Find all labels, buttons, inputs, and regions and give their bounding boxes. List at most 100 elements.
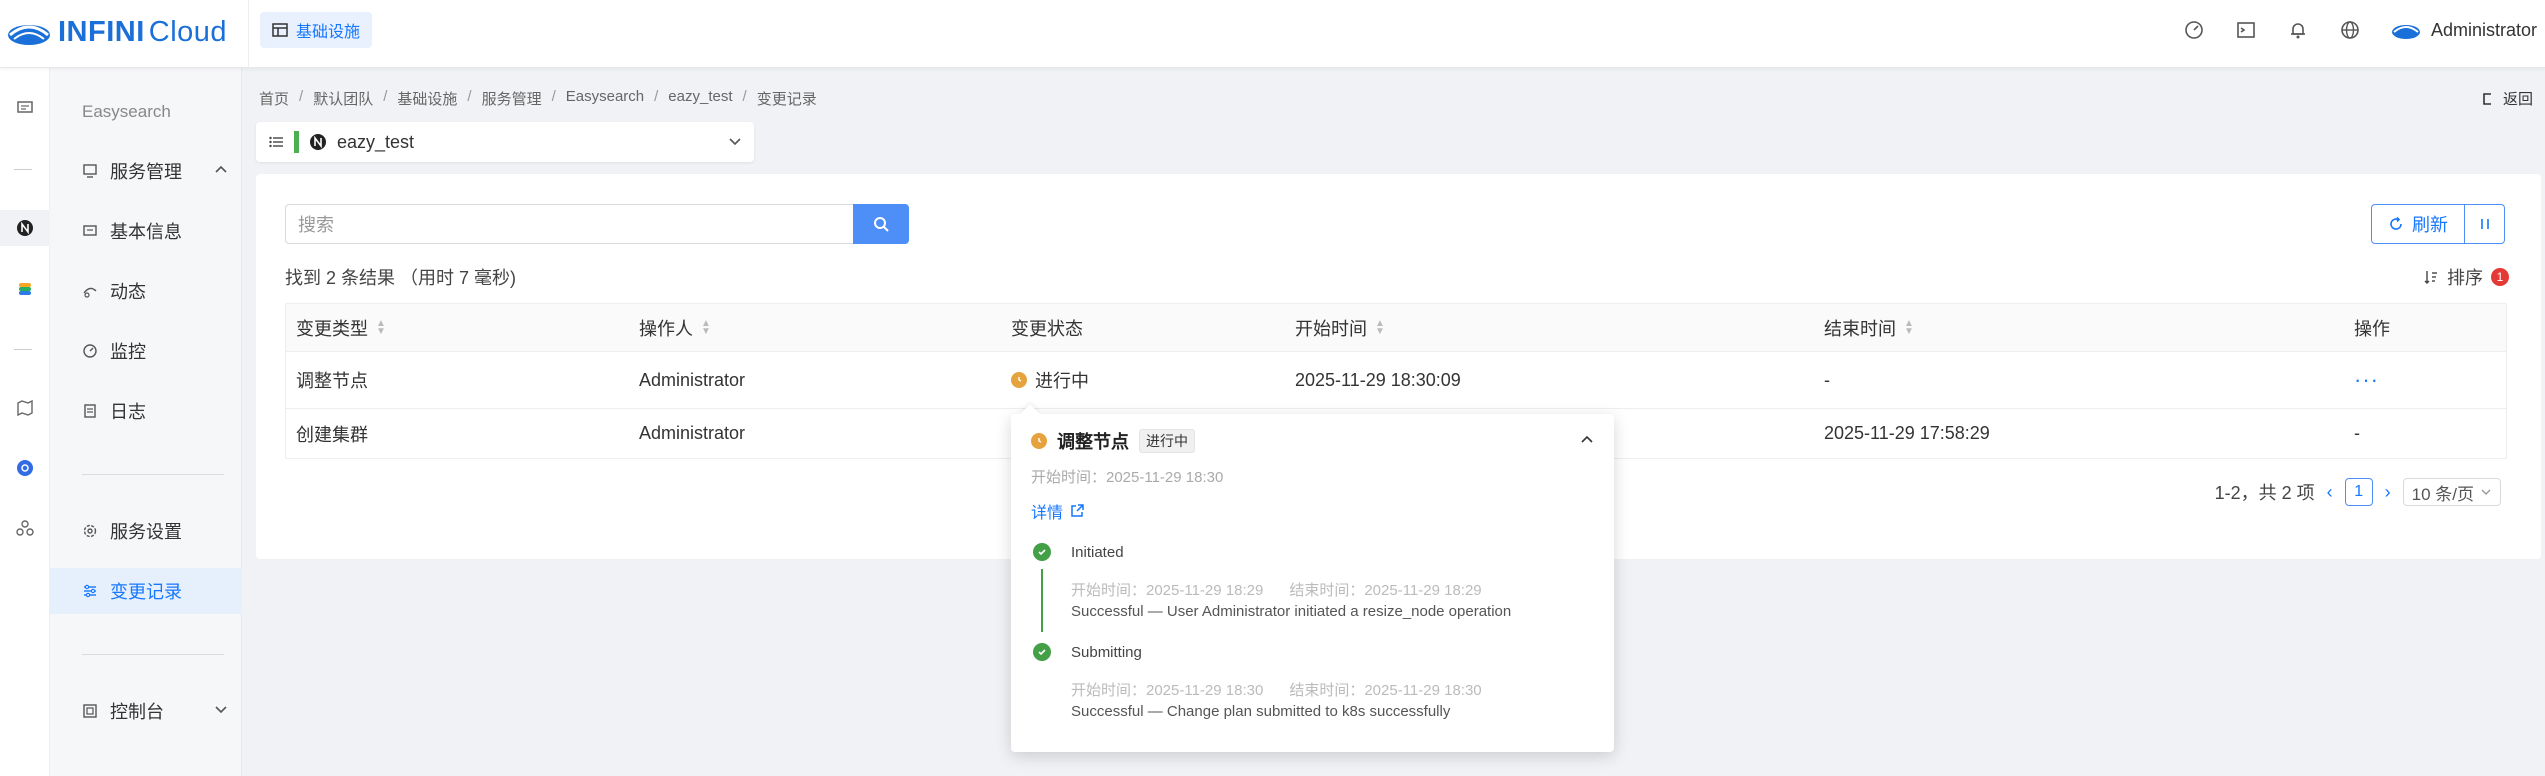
user-menu[interactable]: Administrator bbox=[2391, 20, 2537, 41]
page-number[interactable]: 1 bbox=[2344, 478, 2373, 506]
table-header-row: 变更类型 ▲ ▼ 操作人 ▲ ▼ 变更状态 开始时间 ▲ ▼ 结束时间 ▲ ▼ 操作 bbox=[286, 304, 2506, 352]
breadcrumb-service-management[interactable]: 服务管理 bbox=[482, 88, 542, 109]
search-input[interactable]: 搜索 bbox=[285, 204, 855, 244]
column-header-operator[interactable]: 操作人 ▲ ▼ bbox=[639, 304, 711, 351]
rail-notes-icon[interactable] bbox=[0, 90, 50, 126]
changelog-icon bbox=[82, 583, 98, 599]
step-start: 开始时间：2025-11-29 18:30 bbox=[1071, 682, 1264, 699]
terminal-icon[interactable] bbox=[2235, 19, 2257, 41]
chevron-down-icon bbox=[728, 134, 742, 148]
detail-label: 详情 bbox=[1031, 505, 1064, 522]
sort-icon bbox=[2423, 269, 2439, 285]
external-link-icon bbox=[1069, 503, 1085, 519]
brand-logo[interactable]: INFINI Cloud bbox=[6, 12, 246, 52]
step-message: Successful — Change plan submitted to k8… bbox=[1071, 703, 1451, 720]
sidebar-item-basic-info[interactable]: 基本信息 bbox=[50, 208, 242, 254]
rail-stack-icon[interactable] bbox=[0, 271, 50, 307]
page-size-select[interactable]: 10 条/页 bbox=[2402, 478, 2501, 506]
sidebar-item-logs[interactable]: 日志 bbox=[50, 388, 242, 434]
sort-arrows-icon: ▲ ▼ bbox=[376, 317, 386, 337]
popover-header: 调整节点 进行中 bbox=[1031, 428, 1195, 454]
rail-divider bbox=[14, 169, 32, 170]
sidebar-item-activity[interactable]: 动态 bbox=[50, 268, 242, 314]
brand-name-bold: INFINI bbox=[58, 15, 145, 48]
dashboard-icon[interactable] bbox=[2183, 19, 2205, 41]
easysearch-icon bbox=[309, 133, 327, 151]
pause-button[interactable] bbox=[2465, 204, 2505, 244]
rail-map-icon[interactable] bbox=[0, 390, 50, 426]
page-size-value: 10 条/页 bbox=[2411, 484, 2474, 504]
sidebar-item-service-management[interactable]: 服务管理 bbox=[50, 148, 242, 194]
sidebar-item-service-settings[interactable]: 服务设置 bbox=[50, 508, 242, 554]
info-icon bbox=[82, 223, 98, 239]
sidebar-item-monitor[interactable]: 监控 bbox=[50, 328, 242, 374]
bell-icon[interactable] bbox=[2287, 19, 2309, 41]
step-times: 开始时间：2025-11-29 18:30 结束时间：2025-11-29 18… bbox=[1071, 679, 1482, 700]
column-header-type[interactable]: 变更类型 ▲ ▼ bbox=[296, 304, 386, 351]
table-row[interactable]: 调整节点 Administrator 进行中 2025-11-29 18:30:… bbox=[286, 352, 2506, 409]
sort-label: 排序 bbox=[2447, 268, 2483, 288]
search-button[interactable] bbox=[853, 204, 909, 244]
column-header-start-time[interactable]: 开始时间 ▲ ▼ bbox=[1295, 304, 1385, 351]
next-page-icon[interactable]: › bbox=[2385, 482, 2391, 503]
more-actions-button[interactable]: ··· bbox=[2354, 352, 2379, 408]
result-count: 找到 2 条结果 （用时 7 毫秒) bbox=[285, 268, 517, 288]
pagination-summary: 1-2，共 2 项 bbox=[2214, 483, 2315, 503]
check-icon bbox=[1033, 543, 1051, 561]
cell-start-time: 2025-11-29 18:30:09 bbox=[1295, 369, 1461, 390]
cell-action: - bbox=[2354, 423, 2360, 443]
infrastructure-tab-label: 基础设施 bbox=[296, 24, 361, 41]
infrastructure-tab[interactable]: 基础设施 bbox=[260, 12, 373, 48]
rail-easysearch-icon[interactable] bbox=[0, 210, 50, 246]
breadcrumb-easysearch[interactable]: Easysearch bbox=[566, 88, 644, 109]
sidebar-item-label: 基本信息 bbox=[110, 222, 182, 242]
column-header-actions: 操作 bbox=[2354, 318, 2390, 339]
rail-kubernetes-icon[interactable] bbox=[0, 450, 50, 486]
back-button[interactable]: 返回 bbox=[2481, 88, 2533, 109]
sidebar-item-change-log[interactable]: 变更记录 bbox=[50, 568, 242, 614]
breadcrumb-team[interactable]: 默认团队 bbox=[313, 88, 373, 109]
sort-control[interactable]: 排序 1 bbox=[2423, 264, 2509, 290]
table-icon bbox=[272, 22, 288, 38]
step-message: Successful — User Administrator initiate… bbox=[1071, 603, 1512, 620]
column-header-status: 变更状态 bbox=[1011, 318, 1083, 339]
chevron-up-icon[interactable] bbox=[1580, 432, 1594, 446]
check-icon bbox=[1033, 643, 1051, 661]
sidebar: Easysearch 服务管理 基本信息 动态 监控 日志 服务设置 变更记录 … bbox=[50, 68, 242, 776]
refresh-button[interactable]: 刷新 bbox=[2371, 204, 2465, 244]
rail-cluster-icon[interactable] bbox=[0, 510, 50, 546]
cell-end-time: 2025-11-29 17:58:29 bbox=[1824, 423, 1990, 443]
chevron-down-icon bbox=[214, 702, 228, 716]
prev-page-icon[interactable]: ‹ bbox=[2327, 482, 2333, 503]
refresh-group: 刷新 bbox=[2371, 204, 2505, 244]
column-header-end-time[interactable]: 结束时间 ▲ ▼ bbox=[1824, 304, 1914, 351]
header-actions: Administrator bbox=[2183, 0, 2537, 60]
breadcrumb-cluster[interactable]: eazy_test bbox=[668, 88, 732, 109]
back-label: 返回 bbox=[2502, 91, 2533, 108]
status-popover: 调整节点 进行中 开始时间：2025-11-29 18:30 详情 Initia… bbox=[1011, 404, 1614, 752]
chevron-down-icon bbox=[2480, 486, 2492, 498]
sort-arrows-icon: ▲ ▼ bbox=[1375, 317, 1385, 337]
cell-end-time: - bbox=[1824, 369, 1830, 390]
breadcrumb-home[interactable]: 首页 bbox=[259, 88, 289, 109]
detail-link[interactable]: 详情 bbox=[1031, 499, 1085, 523]
gear-icon bbox=[82, 523, 98, 539]
breadcrumb-infrastructure[interactable]: 基础设施 bbox=[397, 88, 457, 109]
pause-icon bbox=[2479, 217, 2491, 231]
sidebar-divider bbox=[82, 474, 224, 475]
step-name: Submitting bbox=[1071, 644, 1142, 661]
cluster-selector[interactable]: eazy_test bbox=[256, 122, 754, 162]
header-divider bbox=[248, 0, 249, 68]
user-name: Administrator bbox=[2430, 19, 2537, 40]
breadcrumb: 首页 / 默认团队 / 基础设施 / 服务管理 / Easysearch / eazy_t… bbox=[259, 88, 817, 109]
globe-icon[interactable] bbox=[2339, 19, 2361, 41]
sort-arrows-icon: ▲ ▼ bbox=[1904, 317, 1914, 337]
sidebar-item-label: 服务管理 bbox=[110, 162, 182, 182]
sidebar-item-console[interactable]: 控制台 bbox=[50, 688, 242, 734]
monitor-icon bbox=[82, 343, 98, 359]
sidebar-item-label: 变更记录 bbox=[110, 582, 182, 602]
cell-status[interactable]: 进行中 bbox=[1011, 352, 1089, 408]
clock-icon bbox=[1011, 372, 1027, 388]
app-rail bbox=[0, 68, 50, 776]
brand-name-light: Cloud bbox=[148, 15, 228, 48]
